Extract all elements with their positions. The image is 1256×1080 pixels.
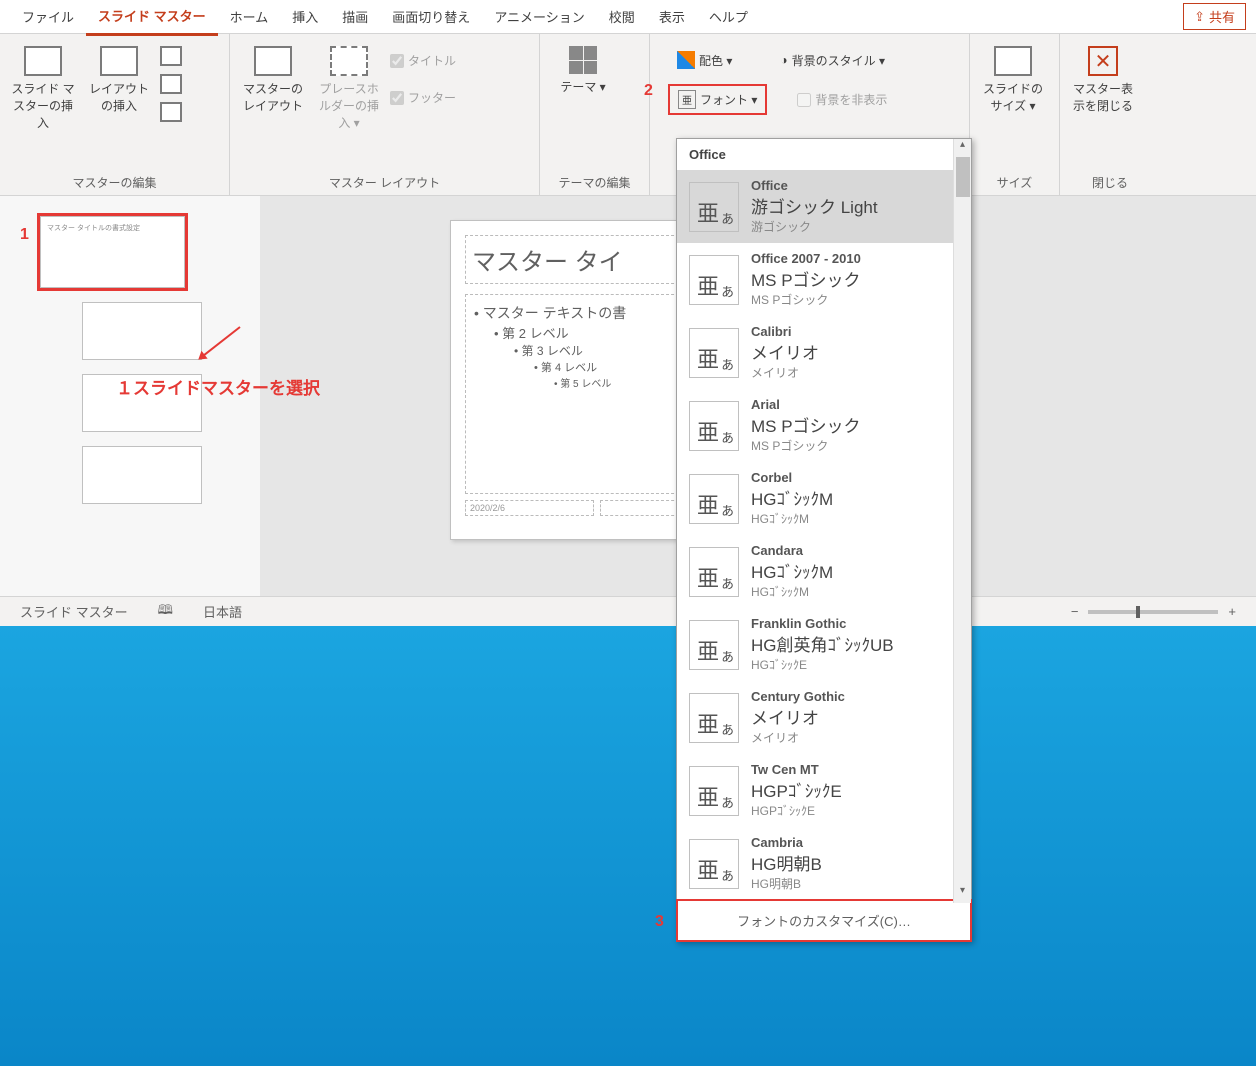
ribbon-tabs: ファイル スライド マスター ホーム 挿入 描画 画面切り替え アニメーション … (0, 0, 1256, 34)
font-sample-icon: 亜ぁ (689, 693, 739, 743)
font-sample-icon: 亜ぁ (689, 547, 739, 597)
tab-slide-master[interactable]: スライド マスター (86, 0, 218, 36)
insert-layout-button[interactable]: レイアウトの挿入 (84, 46, 154, 114)
insert-placeholder-button[interactable]: プレースホルダーの挿入 ▾ (314, 46, 384, 131)
insert-slide-master-button[interactable]: スライド マスターの挿入 (8, 46, 78, 131)
close-master-view-button[interactable]: ✕マスター表示を閉じる (1068, 46, 1138, 114)
tab-review[interactable]: 校閲 (597, 0, 647, 34)
themes-button[interactable]: テーマ ▾ (548, 46, 618, 95)
share-icon: ⇪ (1194, 9, 1205, 25)
status-view-label: スライド マスター (20, 602, 128, 621)
fonts-icon: 亜 (678, 90, 696, 109)
tab-home[interactable]: ホーム (218, 0, 281, 34)
tab-animation[interactable]: アニメーション (482, 0, 596, 34)
font-theme-item[interactable]: 亜ぁTw Cen MTHGPｺﾞｼｯｸEHGPｺﾞｼｯｸE (677, 754, 971, 827)
fonts-dropdown: Office 亜ぁOffice游ゴシック Light游ゴシック亜ぁOffice … (676, 138, 972, 942)
layout-thumbnail-3[interactable] (82, 446, 202, 504)
zoom-slider[interactable] (1088, 610, 1218, 614)
delete-icon[interactable] (160, 46, 182, 66)
hide-background-checkbox[interactable]: 背景を非表示 (797, 91, 887, 108)
workspace: マスター タイトルの書式設定 1 １スライドマスターを選択 マスター タイ マス… (0, 196, 1256, 596)
font-theme-item[interactable]: 亜ぁCalibriメイリオメイリオ (677, 316, 971, 389)
tab-view[interactable]: 表示 (647, 0, 697, 34)
font-sample-icon: 亜ぁ (689, 620, 739, 670)
bgstyle-icon: ◑ (780, 53, 787, 67)
colors-button[interactable]: 配色 ▾ (668, 46, 741, 74)
font-theme-item[interactable]: 亜ぁOffice 2007 - 2010MS PゴシックMS Pゴシック (677, 243, 971, 316)
font-sample-icon: 亜ぁ (689, 255, 739, 305)
status-language: 日本語 (203, 602, 242, 621)
annotation-3: 3 (655, 913, 664, 931)
font-theme-item[interactable]: 亜ぁCambriaHG明朝BHG明朝B (677, 827, 971, 900)
rename-icon[interactable] (160, 74, 182, 94)
font-theme-item[interactable]: 亜ぁOffice游ゴシック Light游ゴシック (677, 170, 971, 243)
tab-file[interactable]: ファイル (10, 0, 86, 34)
font-theme-item[interactable]: 亜ぁCorbelHGｺﾞｼｯｸMHGｺﾞｼｯｸM (677, 462, 971, 535)
slide-master-icon (24, 46, 62, 76)
scroll-down-icon[interactable]: ▾ (954, 885, 971, 903)
layout-icon (100, 46, 138, 76)
fonts-button[interactable]: 亜フォント ▾ (668, 84, 767, 115)
background-styles-button[interactable]: ◑背景のスタイル ▾ (771, 46, 894, 74)
annotation-1: 1 (20, 226, 29, 244)
fonts-dropdown-header: Office (677, 139, 971, 170)
footer-checkbox[interactable]: フッター (390, 89, 456, 106)
zoom-in-button[interactable]: + (1228, 604, 1236, 619)
share-button[interactable]: ⇪共有 (1183, 3, 1246, 30)
font-theme-item[interactable]: 亜ぁCentury Gothicメイリオメイリオ (677, 681, 971, 754)
font-sample-icon: 亜ぁ (689, 401, 739, 451)
scroll-thumb[interactable] (956, 157, 970, 197)
font-theme-item[interactable]: 亜ぁArialMS PゴシックMS Pゴシック (677, 389, 971, 462)
group-label-close: 閉じる (1068, 170, 1152, 195)
font-theme-item[interactable]: 亜ぁFranklin GothicHG創英角ｺﾞｼｯｸUBHGｺﾞｼｯｸE (677, 608, 971, 681)
annotation-text-1: １スライドマスターを選択 (116, 374, 320, 399)
title-checkbox[interactable]: タイトル (390, 52, 456, 69)
group-label-master-edit: マスターの編集 (8, 170, 221, 195)
slide-size-icon (994, 46, 1032, 76)
font-sample-icon: 亜ぁ (689, 474, 739, 524)
font-sample-icon: 亜ぁ (689, 839, 739, 889)
font-sample-icon: 亜ぁ (689, 328, 739, 378)
notes-icon[interactable]: 🕮 (158, 601, 173, 623)
tab-transition[interactable]: 画面切り替え (380, 0, 482, 34)
themes-icon (569, 46, 597, 74)
desktop-background (0, 626, 1256, 1066)
preserve-icon[interactable] (160, 102, 182, 122)
group-label-theme-edit: テーマの編集 (548, 170, 641, 195)
tab-insert[interactable]: 挿入 (280, 0, 330, 34)
slide-date-placeholder[interactable]: 2020/2/6 (465, 500, 594, 516)
colors-icon (677, 51, 695, 69)
status-bar: スライド マスター 🕮 日本語 − + (0, 596, 1256, 626)
layout-thumbnail-1[interactable] (82, 302, 202, 360)
font-sample-icon: 亜ぁ (689, 182, 739, 232)
master-layout-icon (254, 46, 292, 76)
tab-help[interactable]: ヘルプ (697, 0, 760, 34)
font-theme-item[interactable]: 亜ぁCandaraHGｺﾞｼｯｸMHGｺﾞｼｯｸM (677, 535, 971, 608)
master-layout-button[interactable]: マスターのレイアウト (238, 46, 308, 114)
fonts-scrollbar[interactable]: ▴ ▾ (953, 139, 971, 903)
placeholder-icon (330, 46, 368, 76)
font-sample-icon: 亜ぁ (689, 766, 739, 816)
zoom-out-button[interactable]: − (1071, 604, 1079, 619)
ribbon: スライド マスターの挿入 レイアウトの挿入 マスターの編集 マスターのレイアウト… (0, 34, 1256, 196)
group-label-size: サイズ (978, 170, 1051, 195)
customize-fonts-button[interactable]: フォントのカスタマイズ(C)… (676, 899, 972, 942)
group-label-master-layout: マスター レイアウト (238, 170, 531, 195)
close-icon: ✕ (1088, 46, 1118, 76)
scroll-up-icon[interactable]: ▴ (954, 139, 971, 157)
tab-draw[interactable]: 描画 (330, 0, 380, 34)
master-thumbnail[interactable]: マスター タイトルの書式設定 (40, 216, 185, 288)
annotation-2: 2 (644, 82, 653, 100)
slide-size-button[interactable]: スライドのサイズ ▾ (978, 46, 1048, 114)
